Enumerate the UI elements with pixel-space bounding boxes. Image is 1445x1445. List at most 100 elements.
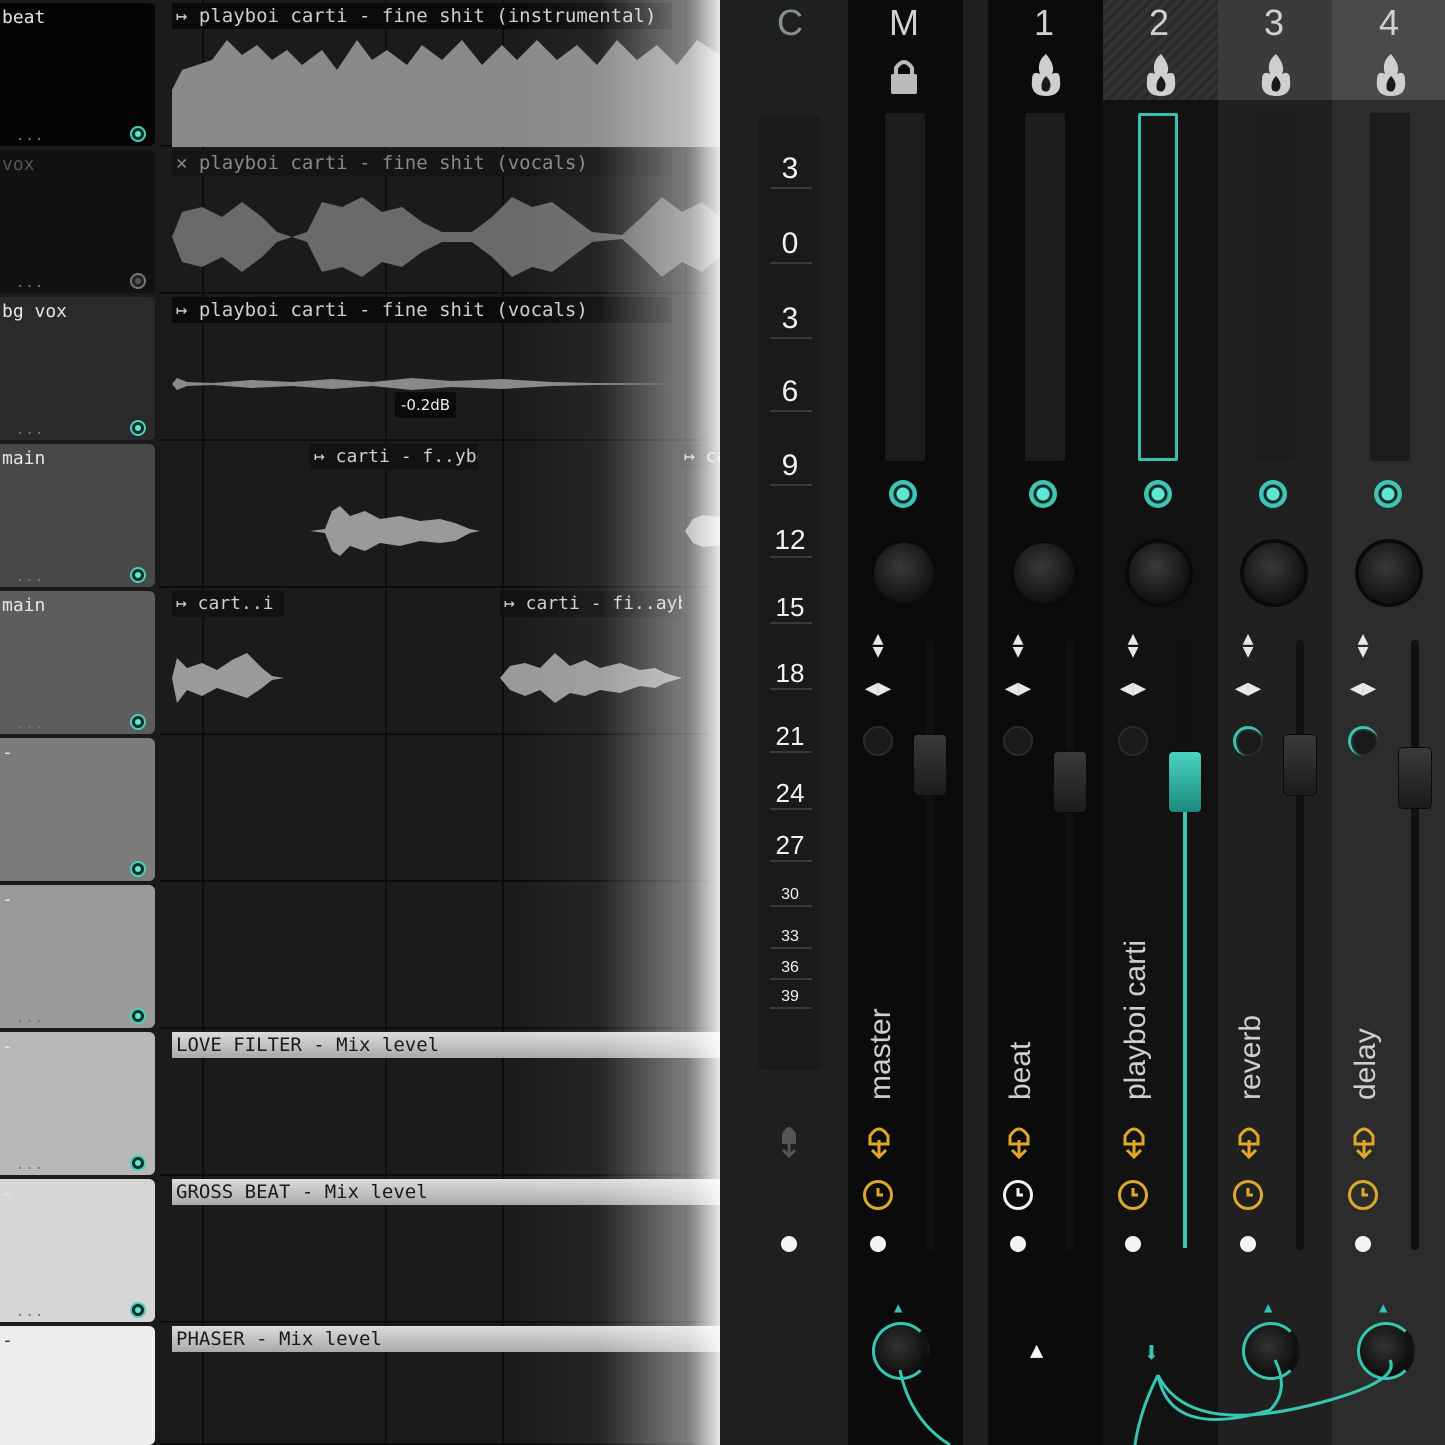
swap-left-right-icon[interactable]: ◀▶	[998, 676, 1038, 701]
strip-select-dot[interactable]	[1010, 1236, 1026, 1252]
track-header[interactable]: bg vox ...	[0, 297, 155, 440]
track-mute-led[interactable]	[130, 273, 146, 289]
swap-up-down-icon[interactable]: ▲ ▼	[1006, 630, 1030, 661]
track-header[interactable]: - ...	[0, 885, 155, 1028]
flame-icon[interactable]	[1256, 52, 1296, 102]
volume-knob[interactable]	[874, 543, 934, 603]
track-mute-led[interactable]	[130, 861, 146, 877]
automation-clip-title[interactable]: GROSS BEAT - Mix level	[172, 1179, 720, 1205]
track-menu-dots[interactable]: ...	[16, 716, 44, 732]
track-lane[interactable]	[160, 735, 720, 882]
strip-select-dot[interactable]	[1240, 1236, 1256, 1252]
strip-enable-led[interactable]	[1029, 480, 1057, 508]
audio-waveform[interactable]	[310, 501, 480, 561]
pan-knob[interactable]	[1348, 726, 1378, 756]
automation-clip-title[interactable]: LOVE FILTER - Mix level	[172, 1032, 720, 1058]
volume-knob[interactable]	[1129, 543, 1189, 603]
automation-clip-title[interactable]: PHASER - Mix level	[172, 1326, 720, 1352]
swap-up-down-icon[interactable]: ▲ ▼	[1236, 630, 1260, 661]
clip-title[interactable]: ↦ cart..i carti	[172, 591, 284, 617]
track-menu-dots[interactable]: ...	[16, 128, 44, 144]
strip-enable-led[interactable]	[889, 480, 917, 508]
flame-icon[interactable]	[1026, 52, 1066, 102]
lock-icon[interactable]	[888, 58, 920, 100]
route-arrow-icon[interactable]	[1234, 1122, 1264, 1164]
fader-track[interactable]	[1296, 640, 1304, 1250]
route-arrow-icon[interactable]	[864, 1122, 894, 1164]
swap-up-down-icon[interactable]: ▲ ▼	[1121, 630, 1145, 661]
track-mute-led[interactable]	[130, 1302, 146, 1318]
track-mute-led[interactable]	[130, 714, 146, 730]
clip-title[interactable]: ↦ ca	[680, 444, 720, 470]
strip-select-dot[interactable]	[1355, 1236, 1371, 1252]
track-header[interactable]: - ...	[0, 1179, 155, 1322]
swap-left-right-icon[interactable]: ◀▶	[858, 676, 898, 701]
swap-up-down-icon[interactable]: ▲ ▼	[1351, 630, 1375, 661]
clock-icon[interactable]	[1118, 1180, 1148, 1210]
pan-knob[interactable]	[863, 726, 893, 756]
track-menu-dots[interactable]: ...	[16, 1304, 44, 1320]
track-menu-dots[interactable]: ...	[16, 1157, 44, 1173]
fader-cap[interactable]	[914, 735, 946, 795]
audio-waveform[interactable]	[172, 648, 284, 708]
fader-track[interactable]	[926, 640, 934, 1250]
strip-select-dot[interactable]	[870, 1236, 886, 1252]
swap-up-down-icon[interactable]: ▲ ▼	[866, 630, 890, 661]
flame-icon[interactable]	[1141, 52, 1181, 102]
track-header[interactable]: vox ...	[0, 150, 155, 293]
track-mute-led[interactable]	[130, 1008, 146, 1024]
audio-waveform[interactable]	[500, 648, 682, 708]
track-header[interactable]: - ...	[0, 738, 155, 881]
volume-knob[interactable]	[1014, 543, 1074, 603]
clock-icon[interactable]	[1233, 1180, 1263, 1210]
clip-title[interactable]: ↦ carti - fi..ayboi carti	[500, 591, 682, 617]
track-mute-led[interactable]	[130, 126, 146, 142]
clip-title[interactable]: ↦ playboi carti - fine shit (vocals)	[172, 297, 672, 323]
swap-left-right-icon[interactable]: ◀▶	[1113, 676, 1153, 701]
strip-enable-led[interactable]	[1374, 480, 1402, 508]
volume-knob[interactable]	[1359, 543, 1419, 603]
fader-cap[interactable]	[1284, 735, 1316, 795]
track-header[interactable]: - ...	[0, 1032, 155, 1175]
clip-title[interactable]: ↦ playboi carti - fine shit (instrumenta…	[172, 3, 672, 29]
fader-cap[interactable]	[1169, 752, 1201, 812]
clip-title[interactable]: ✕ playboi carti - fine shit (vocals)	[172, 150, 672, 176]
clock-icon[interactable]	[1003, 1180, 1033, 1210]
fader-track[interactable]	[1411, 640, 1419, 1250]
track-header[interactable]: -	[0, 1326, 155, 1445]
fader-cap[interactable]	[1399, 748, 1431, 808]
track-menu-dots[interactable]: ...	[16, 275, 44, 291]
audio-waveform[interactable]	[172, 30, 720, 147]
swap-left-right-icon[interactable]: ◀▶	[1228, 676, 1268, 701]
fader-track[interactable]	[1066, 640, 1074, 1250]
clip-title[interactable]: ↦ carti - f..yboi carti	[310, 444, 478, 470]
audio-waveform[interactable]	[685, 511, 720, 551]
track-lane[interactable]	[160, 882, 720, 1029]
pan-knob[interactable]	[1233, 726, 1263, 756]
track-menu-dots[interactable]: ...	[16, 422, 44, 438]
flame-icon[interactable]	[1371, 52, 1411, 102]
audio-waveform[interactable]	[172, 374, 672, 394]
strip-enable-led[interactable]	[1259, 480, 1287, 508]
track-menu-dots[interactable]: ...	[16, 863, 44, 879]
swap-left-right-icon[interactable]: ◀▶	[1343, 676, 1383, 701]
track-menu-dots[interactable]: ...	[16, 569, 44, 585]
clock-icon[interactable]	[1348, 1180, 1378, 1210]
track-mute-led[interactable]	[130, 420, 146, 436]
track-mute-led[interactable]	[130, 1155, 146, 1171]
volume-knob[interactable]	[1244, 543, 1304, 603]
pan-knob[interactable]	[1118, 726, 1148, 756]
track-header[interactable]: main ...	[0, 591, 155, 734]
route-arrow-icon[interactable]	[1349, 1122, 1379, 1164]
track-header[interactable]: main ...	[0, 444, 155, 587]
route-arrow-icon[interactable]	[1119, 1122, 1149, 1164]
pan-knob[interactable]	[1003, 726, 1033, 756]
route-arrow-icon[interactable]	[1004, 1122, 1034, 1164]
strip-enable-led[interactable]	[1144, 480, 1172, 508]
clock-icon[interactable]	[863, 1180, 893, 1210]
track-menu-dots[interactable]: ...	[16, 1010, 44, 1026]
track-header[interactable]: beat ...	[0, 3, 155, 146]
track-mute-led[interactable]	[130, 567, 146, 583]
mic-icon[interactable]	[774, 1120, 804, 1160]
fader-cap[interactable]	[1054, 752, 1086, 812]
